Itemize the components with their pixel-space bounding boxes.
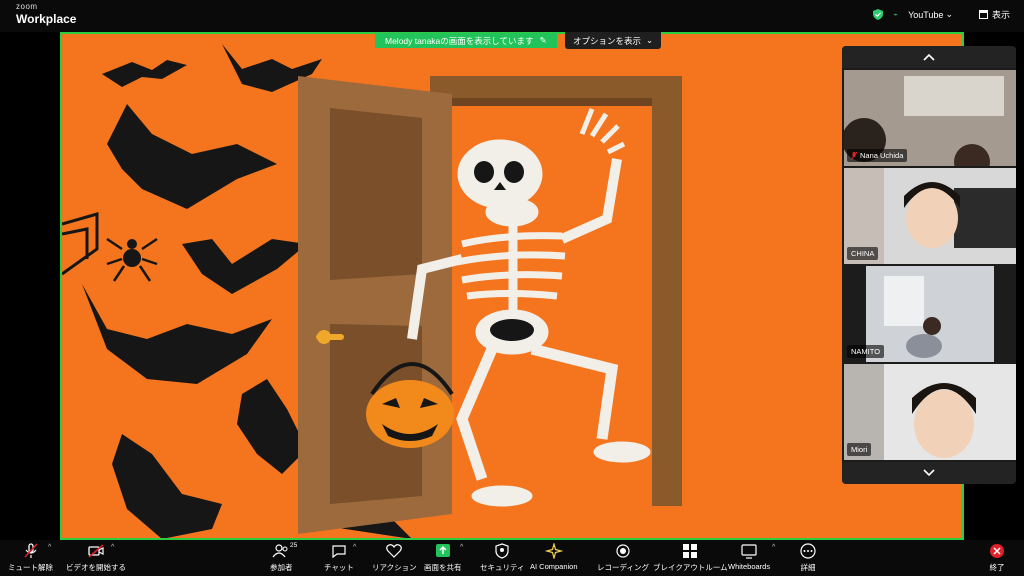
participant-name-tag: NAMITO: [847, 345, 885, 358]
top-bar: zoom Workplace ⌁ YouTube ⌄ 表示: [0, 0, 1024, 32]
participant-name: Nana Uchida: [860, 151, 904, 160]
share-screen-icon: [435, 544, 450, 557]
view-options-button[interactable]: オプションを表示 ⌄: [565, 32, 662, 49]
scroll-down-button[interactable]: [842, 462, 1016, 484]
heart-icon: [386, 544, 403, 558]
participant-gallery: Nana Uchida CHINA NAMITO Miori: [842, 46, 1016, 484]
chat-button[interactable]: チャット: [324, 543, 354, 573]
view-label: 表示: [991, 10, 1010, 20]
ai-companion-button[interactable]: AI Companion: [530, 543, 578, 571]
participant-name: Miori: [851, 445, 868, 454]
start-video-button[interactable]: ビデオを開始する: [66, 543, 126, 573]
meeting-toolbar: ミュート解除 ^ ビデオを開始する ^ 参加者 25 チャット ^ リアクション…: [0, 540, 1024, 576]
participant-name-tag: CHINA: [847, 247, 879, 260]
chat-icon: [332, 545, 346, 559]
record-icon: [616, 544, 630, 558]
start-video-label: ビデオを開始する: [66, 563, 126, 572]
youtube-stream-button[interactable]: YouTube ⌄: [908, 9, 953, 20]
participants-count-badge: 25: [290, 542, 298, 549]
participant-name-tag: Miori: [847, 443, 872, 456]
scroll-up-button[interactable]: [842, 46, 1016, 68]
more-label: 詳細: [800, 563, 816, 572]
view-layout-icon: [978, 10, 988, 19]
participant-tile[interactable]: NAMITO: [844, 266, 1016, 362]
unmute-button[interactable]: ミュート解除: [8, 543, 53, 573]
breakout-rooms-icon: [683, 544, 698, 558]
security-shield-icon: [495, 543, 509, 559]
breakout-rooms-label: ブレイクアウトルーム: [653, 563, 728, 572]
door-frame-top: [430, 76, 682, 98]
record-button[interactable]: レコーディング: [597, 543, 649, 573]
participants-icon: [272, 544, 288, 558]
participant-name: CHINA: [851, 249, 875, 258]
pin-icon[interactable]: ✎: [540, 35, 547, 46]
reactions-label: リアクション: [372, 563, 417, 572]
security-label: セキュリティ: [480, 563, 525, 572]
view-button[interactable]: 表示: [978, 8, 1010, 21]
reactions-button[interactable]: リアクション: [372, 543, 417, 573]
shared-screen: [60, 32, 964, 540]
sharing-banner: Melody tanakaの画面を表示しています ✎: [375, 33, 557, 48]
whiteboards-label: Whiteboards: [728, 562, 771, 571]
mic-muted-icon: [851, 151, 857, 160]
end-meeting-label: 終了: [989, 563, 1005, 572]
door-frame-right: [652, 98, 682, 506]
sharing-banner-text: Melody tanakaの画面を表示しています: [385, 35, 534, 46]
end-meeting-button[interactable]: 終了: [988, 543, 1006, 573]
sparkle-icon: [544, 543, 563, 559]
chevron-up-icon: [923, 53, 935, 61]
video-options-caret[interactable]: ^: [111, 544, 114, 551]
participant-tile[interactable]: Nana Uchida: [844, 70, 1016, 166]
chevron-down-icon: [923, 469, 935, 477]
breakout-rooms-button[interactable]: ブレイクアウトルーム: [653, 543, 728, 573]
encryption-shield-icon[interactable]: [873, 9, 884, 20]
chat-options-caret[interactable]: ^: [353, 544, 356, 551]
security-button[interactable]: セキュリティ: [480, 543, 525, 573]
record-label: レコーディング: [597, 563, 649, 572]
close-icon: [990, 544, 1004, 558]
chevron-down-icon: ⌄: [945, 9, 953, 19]
participant-name-tag: Nana Uchida: [847, 149, 908, 162]
chat-label: チャット: [324, 563, 354, 572]
participant-tile[interactable]: Miori: [844, 364, 1016, 460]
more-button[interactable]: 詳細: [799, 543, 817, 573]
whiteboard-icon: [741, 544, 757, 559]
whiteboards-options-caret[interactable]: ^: [772, 544, 775, 551]
logo-zoom-text: zoom: [16, 2, 38, 11]
whiteboards-button[interactable]: Whiteboards: [728, 543, 770, 571]
ai-companion-label: AI Companion: [530, 562, 578, 571]
participants-label: 参加者: [270, 563, 293, 572]
share-screen-button[interactable]: 画面を共有: [424, 543, 462, 573]
youtube-label: YouTube: [908, 9, 944, 20]
halloween-illustration: [62, 34, 962, 538]
signal-icon[interactable]: ⌁: [893, 10, 898, 19]
audio-options-caret[interactable]: ^: [48, 544, 51, 551]
share-screen-label: 画面を共有: [424, 563, 462, 572]
zoom-logo: zoom Workplace: [16, 2, 77, 26]
chevron-down-icon: ⌄: [646, 35, 654, 45]
unmute-label: ミュート解除: [8, 563, 53, 572]
more-icon: [800, 543, 816, 559]
participant-name: NAMITO: [851, 347, 881, 356]
mic-muted-icon: [23, 543, 38, 558]
view-options-label: オプションを表示: [573, 35, 642, 46]
participant-tile[interactable]: CHINA: [844, 168, 1016, 264]
video-off-icon: [88, 544, 104, 558]
logo-workplace-text: Workplace: [16, 12, 77, 26]
share-options-caret[interactable]: ^: [460, 544, 463, 551]
